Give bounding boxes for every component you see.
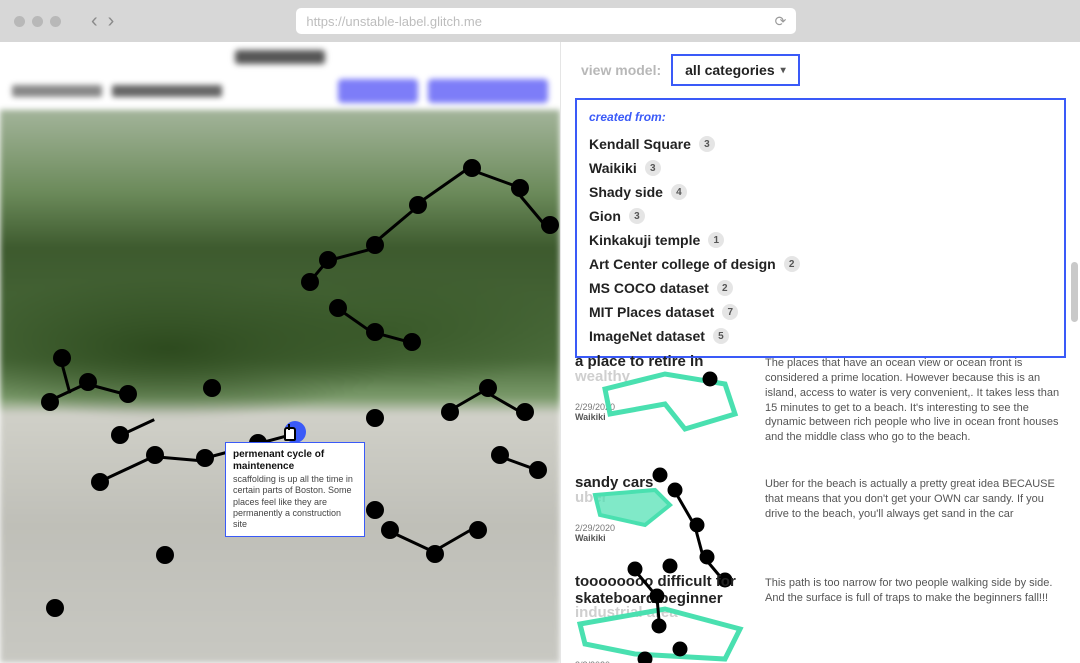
browser-chrome: ‹ › https://unstable-label.glitch.me ⟳ [0, 0, 1080, 42]
minimize-window-icon[interactable] [32, 16, 43, 27]
card-thumbnail: sandy cars uber 2/29/2020Waikiki [575, 475, 745, 544]
tooltip-title: permenant cycle of maintenence [233, 449, 357, 472]
annotation-card[interactable]: toooooooo difficult for skateboard begin… [575, 562, 1066, 663]
source-item[interactable]: Kinkakuji temple1 [589, 228, 1052, 252]
right-panel: view model: all categories ▾ created fro… [560, 42, 1080, 663]
created-from-box: created from: Kendall Square3 Waikiki3 S… [575, 98, 1066, 358]
back-button[interactable]: ‹ [91, 10, 98, 33]
card-meta: 2/29/2020Waikiki [575, 523, 745, 545]
right-panel-header: view model: all categories ▾ [561, 42, 1080, 98]
pointer-cursor-icon [281, 424, 299, 442]
view-model-label: view model: [581, 62, 661, 78]
annotation-card[interactable]: a place to retire in wealthy 2/29/2020Wa… [575, 342, 1066, 463]
reload-icon[interactable]: ⟳ [775, 13, 787, 30]
page-content: permenant cycle of maintenence scaffoldi… [0, 42, 1080, 663]
card-tag: uber [575, 490, 745, 505]
card-description: Uber for the beach is actually a pretty … [765, 475, 1066, 544]
node-tooltip: permenant cycle of maintenence scaffoldi… [225, 442, 365, 537]
source-item[interactable]: Gion3 [589, 204, 1052, 228]
chevron-down-icon: ▾ [781, 65, 786, 76]
source-item[interactable]: Waikiki3 [589, 156, 1052, 180]
source-item[interactable]: MS COCO dataset2 [589, 276, 1052, 300]
tooltip-body: scaffolding is up all the time in certai… [233, 474, 353, 529]
window-controls [14, 16, 61, 27]
source-item[interactable]: Kendall Square3 [589, 132, 1052, 156]
node-graph[interactable] [0, 110, 560, 663]
source-item[interactable]: MIT Places dataset7 [589, 300, 1052, 324]
dropdown-value: all categories [685, 62, 775, 78]
card-tag: wealthy [575, 369, 745, 384]
url-text: https://unstable-label.glitch.me [306, 14, 482, 29]
forward-button[interactable]: › [108, 10, 115, 33]
scrollbar-thumb[interactable] [1071, 262, 1078, 322]
source-item[interactable]: Shady side4 [589, 180, 1052, 204]
card-thumbnail: a place to retire in wealthy 2/29/2020Wa… [575, 354, 745, 445]
close-window-icon[interactable] [14, 16, 25, 27]
category-dropdown[interactable]: all categories ▾ [671, 54, 800, 86]
created-from-label: created from: [589, 110, 1052, 124]
url-bar[interactable]: https://unstable-label.glitch.me ⟳ [296, 8, 796, 34]
card-description: This path is too narrow for two people w… [765, 574, 1066, 663]
card-meta: 2/29/2020Waikiki [575, 402, 745, 424]
left-canvas-pane: permenant cycle of maintenence scaffoldi… [0, 42, 560, 663]
annotation-card[interactable]: sandy cars uber 2/29/2020Waikiki Uber fo [575, 463, 1066, 562]
card-list: a place to retire in wealthy 2/29/2020Wa… [575, 342, 1066, 663]
card-description: The places that have an ocean view or oc… [765, 354, 1066, 445]
card-thumbnail: toooooooo difficult for skateboard begin… [575, 574, 745, 663]
maximize-window-icon[interactable] [50, 16, 61, 27]
nav-arrows: ‹ › [91, 10, 114, 33]
source-item[interactable]: Art Center college of design2 [589, 252, 1052, 276]
